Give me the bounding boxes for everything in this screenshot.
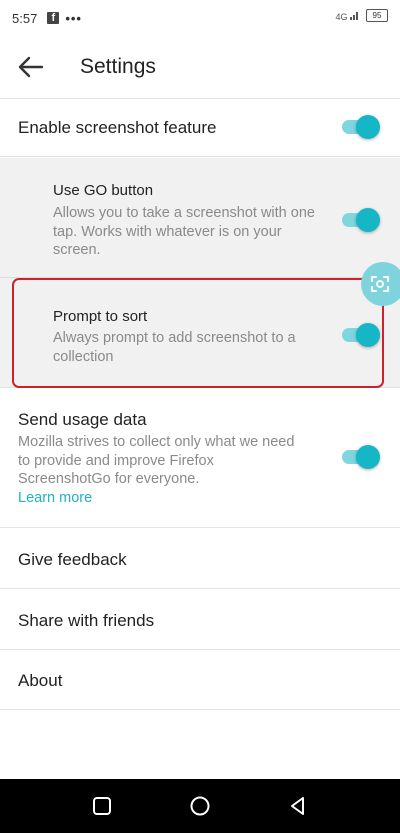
- setting-title: Send usage data: [18, 410, 147, 429]
- setting-send-usage-data[interactable]: Send usage data Mozilla strives to colle…: [0, 388, 400, 528]
- menu-item-label: About: [18, 671, 63, 690]
- toggle-thumb: [356, 208, 380, 232]
- status-time: 5:57: [12, 10, 38, 26]
- use-go-button-toggle[interactable]: [340, 207, 380, 233]
- setting-enable-screenshot[interactable]: Enable screenshot feature: [0, 99, 400, 157]
- toggle-thumb: [356, 115, 380, 139]
- nav-back-icon[interactable]: [287, 795, 309, 817]
- give-feedback-item[interactable]: Give feedback: [0, 529, 400, 589]
- screenshot-capture-icon: [371, 276, 389, 292]
- enable-screenshot-toggle[interactable]: [340, 114, 380, 140]
- status-indicators: 4G 95: [335, 9, 388, 22]
- setting-use-go-button[interactable]: Use GO button Allows you to take a scree…: [0, 158, 400, 278]
- setting-description: Allows you to take a screenshot with one…: [53, 205, 315, 258]
- signal-label: 4G: [335, 11, 348, 22]
- facebook-icon: f: [47, 12, 60, 24]
- menu-item-label: Give feedback: [18, 550, 127, 569]
- setting-prompt-to-sort[interactable]: Prompt to sort Always prompt to add scre…: [0, 279, 400, 387]
- setting-label: Enable screenshot feature: [18, 118, 217, 137]
- signal-icon: 4G: [335, 10, 360, 22]
- share-with-friends-item[interactable]: Share with friends: [0, 590, 400, 650]
- toggle-thumb: [356, 323, 380, 347]
- settings-screen: 5:57 f ••• 4G 95 Settings Enable screens…: [0, 0, 400, 833]
- about-item[interactable]: About: [0, 650, 400, 710]
- page-title: Settings: [80, 55, 156, 78]
- app-bar: Settings: [0, 36, 400, 99]
- setting-title: Prompt to sort: [53, 308, 148, 325]
- home-icon[interactable]: [189, 795, 211, 817]
- setting-description: Always prompt to add screenshot to a col…: [53, 330, 296, 365]
- send-usage-data-toggle[interactable]: [340, 444, 380, 470]
- toggle-thumb: [356, 445, 380, 469]
- setting-description: Mozilla strives to collect only what we …: [18, 434, 295, 487]
- prompt-to-sort-toggle[interactable]: [340, 322, 380, 348]
- setting-title: Use GO button: [53, 182, 154, 199]
- status-bar: 5:57 f ••• 4G 95: [0, 0, 400, 36]
- floating-capture-button[interactable]: [361, 262, 400, 306]
- recent-apps-icon[interactable]: [91, 795, 113, 817]
- more-notifications-icon: •••: [65, 10, 82, 26]
- learn-more-link[interactable]: Learn more: [18, 490, 92, 506]
- back-arrow-icon[interactable]: [16, 54, 46, 80]
- system-nav-bar: [0, 779, 400, 833]
- battery-icon: 95: [366, 9, 388, 22]
- menu-item-label: Share with friends: [18, 611, 155, 630]
